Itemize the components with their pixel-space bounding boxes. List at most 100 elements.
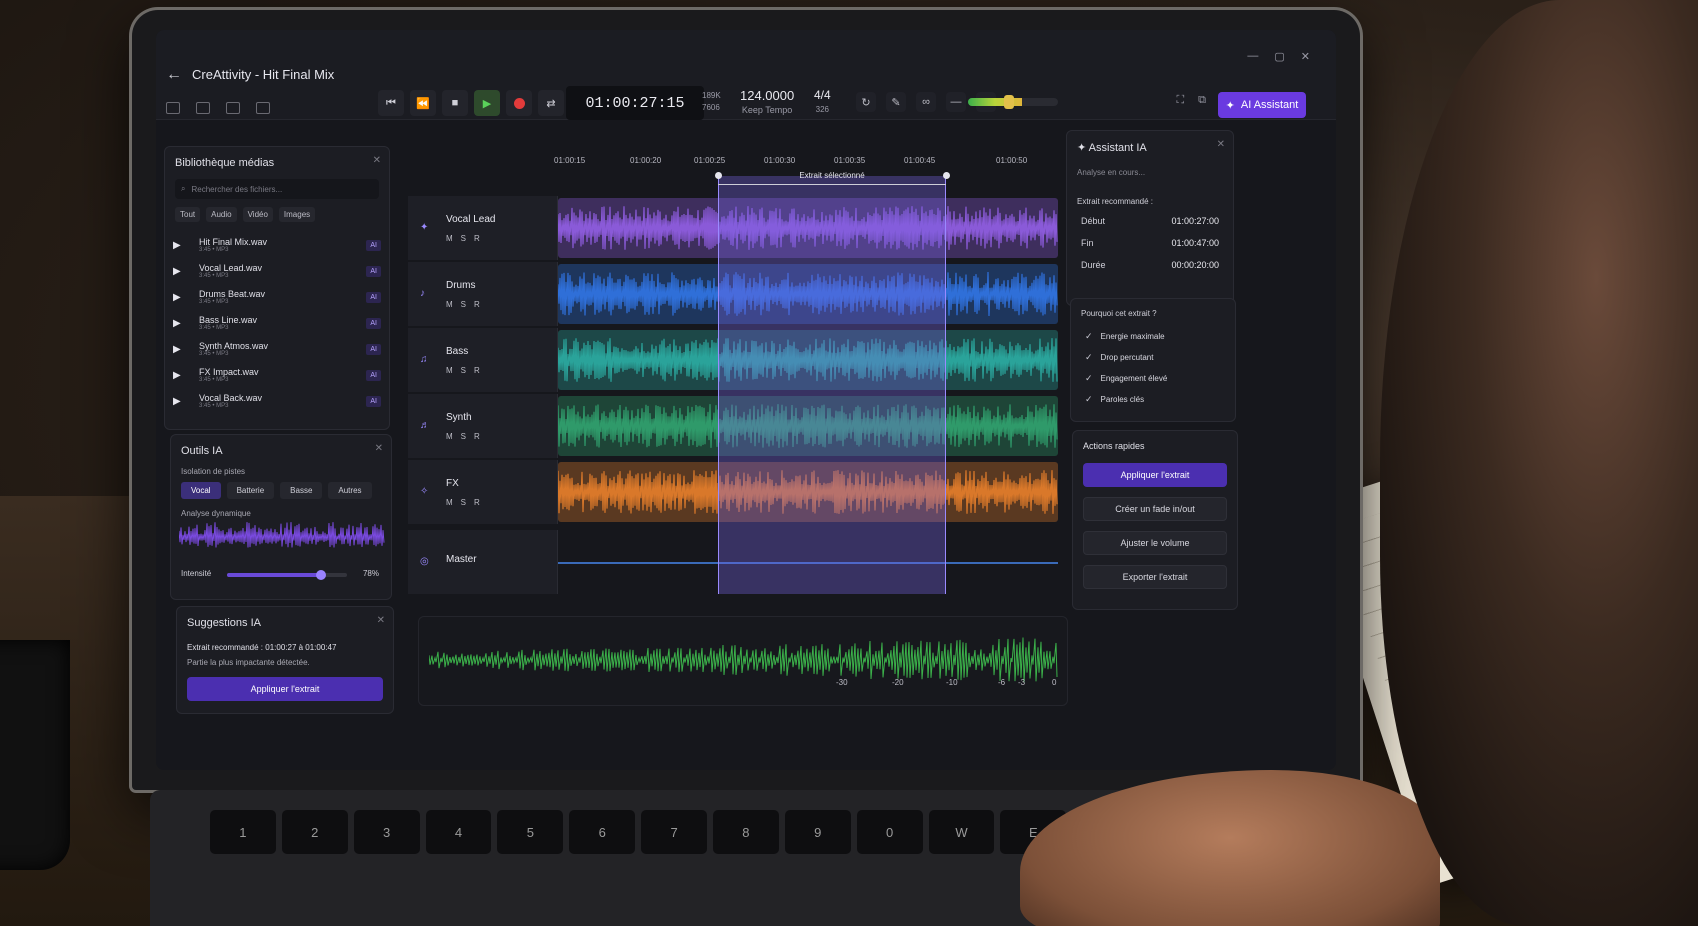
filter-audio[interactable]: Audio xyxy=(206,207,237,222)
record-arm-button[interactable]: R xyxy=(474,432,480,441)
close-icon[interactable]: ✕ xyxy=(373,155,381,166)
play-icon[interactable]: ▶ xyxy=(173,318,189,329)
play-icon[interactable]: ▶ xyxy=(173,396,189,407)
analysis-label: Analyse dynamique xyxy=(181,509,251,518)
play-icon[interactable]: ▶ xyxy=(173,344,189,355)
track-header[interactable]: ♫ Bass M S R xyxy=(408,328,558,392)
stem-drums[interactable]: Batterie xyxy=(226,482,275,499)
solo-button[interactable]: S xyxy=(461,234,466,243)
file-icon[interactable] xyxy=(166,102,180,114)
export-icon[interactable] xyxy=(226,102,240,114)
fullscreen-icon[interactable]: ⛶ xyxy=(1176,94,1184,107)
record-arm-button[interactable]: R xyxy=(474,366,480,375)
master-track-header[interactable]: ◎ Master xyxy=(408,530,558,594)
import-icon[interactable] xyxy=(196,102,210,114)
loop-button[interactable]: ⇄ xyxy=(538,90,564,116)
keyboard-key[interactable]: W xyxy=(928,810,995,854)
play-button[interactable]: ▶ xyxy=(474,90,500,116)
solo-button[interactable]: S xyxy=(461,366,466,375)
track-header[interactable]: ✦ Vocal Lead M S R xyxy=(408,196,558,260)
mute-button[interactable]: M xyxy=(446,234,453,243)
keyboard-key[interactable]: 3 xyxy=(353,810,420,854)
list-item[interactable]: ▶ FX Impact.wav 3:45 • MP3 AI xyxy=(165,362,389,388)
user-icon[interactable] xyxy=(256,102,270,114)
redo-icon[interactable]: ↻ xyxy=(856,92,876,112)
list-item[interactable]: ▶ Bass Line.wav 3:45 • MP3 AI xyxy=(165,310,389,336)
selection-region[interactable] xyxy=(718,176,946,594)
apply-excerpt-button[interactable]: Appliquer l'extrait xyxy=(187,677,383,701)
link-icon[interactable]: ∞ xyxy=(916,92,936,112)
timeline-ruler[interactable]: 01:00:15 01:00:20 01:00:25 01:00:30 01:0… xyxy=(554,142,1054,172)
filter-images[interactable]: Images xyxy=(278,207,316,222)
list-item[interactable]: ▶ Synth Atmos.wav 3:45 • MP3 AI xyxy=(165,336,389,362)
time-signature[interactable]: 4/4 326 xyxy=(814,88,831,114)
synth-icon: ♬ xyxy=(420,420,430,431)
keyboard-key[interactable]: 2 xyxy=(281,810,348,854)
play-icon[interactable]: ▶ xyxy=(173,240,189,251)
filter-all[interactable]: Tout xyxy=(175,207,201,222)
fx-icon: ✧ xyxy=(420,486,429,497)
keyboard-key[interactable]: 9 xyxy=(784,810,851,854)
line-tool-icon[interactable]: — xyxy=(946,92,966,112)
selection-start-handle[interactable] xyxy=(715,172,722,179)
rewind-start-button[interactable]: ⏮ xyxy=(378,90,404,116)
fade-button[interactable]: Créer un fade in/out xyxy=(1083,497,1227,521)
list-item[interactable]: ▶ Vocal Lead.wav 3:45 • MP3 AI xyxy=(165,258,389,284)
keyboard-key[interactable]: 4 xyxy=(425,810,492,854)
close-icon[interactable]: ✕ xyxy=(375,443,383,454)
export-excerpt-button[interactable]: Exporter l'extrait xyxy=(1083,565,1227,589)
record-button[interactable] xyxy=(506,90,532,116)
mute-button[interactable]: M xyxy=(446,498,453,507)
play-icon[interactable]: ▶ xyxy=(173,370,189,381)
keyboard-key[interactable]: 7 xyxy=(641,810,707,854)
media-filters: Tout Audio Vidéo Images xyxy=(175,207,379,222)
stem-bass[interactable]: Basse xyxy=(280,482,323,499)
quick-actions-title: Actions rapides xyxy=(1083,441,1145,451)
track-header[interactable]: ♪ Drums M S R xyxy=(408,262,558,326)
filter-video[interactable]: Vidéo xyxy=(242,207,273,222)
keyboard-key[interactable]: 6 xyxy=(569,810,636,854)
stem-vocal[interactable]: Vocal xyxy=(181,482,221,499)
export-window-icon[interactable]: ⧉ xyxy=(1198,94,1206,107)
list-item[interactable]: ▶ Vocal Back.wav 3:45 • MP3 AI xyxy=(165,388,389,414)
apply-excerpt-button[interactable]: Appliquer l'extrait xyxy=(1083,463,1227,487)
master-waveform-panel[interactable] xyxy=(418,616,1068,706)
stop-button[interactable]: ■ xyxy=(442,90,468,116)
play-icon[interactable]: ▶ xyxy=(173,292,189,303)
mute-button[interactable]: M xyxy=(446,300,453,309)
play-icon[interactable]: ▶ xyxy=(173,266,189,277)
selection-end-handle[interactable] xyxy=(943,172,950,179)
track-header[interactable]: ♬ Synth M S R xyxy=(408,394,558,458)
pen-tool-icon[interactable]: ✎ xyxy=(886,92,906,112)
solo-button[interactable]: S xyxy=(461,498,466,507)
record-arm-button[interactable]: R xyxy=(474,234,480,243)
volume-button[interactable]: Ajuster le volume xyxy=(1083,531,1227,555)
close-icon[interactable]: ✕ xyxy=(1301,50,1310,63)
minimize-icon[interactable]: — xyxy=(1247,50,1258,63)
stem-others[interactable]: Autres xyxy=(328,482,372,499)
media-library-panel: Bibliothèque médias ✕ ⌕ Rechercher des f… xyxy=(164,146,390,430)
close-icon[interactable]: ✕ xyxy=(1217,139,1225,150)
intensity-slider[interactable] xyxy=(227,570,347,580)
record-arm-button[interactable]: R xyxy=(474,498,480,507)
list-item[interactable]: ▶ Drums Beat.wav 3:45 • MP3 AI xyxy=(165,284,389,310)
search-input[interactable]: ⌕ Rechercher des fichiers... xyxy=(175,179,379,199)
mute-button[interactable]: M xyxy=(446,432,453,441)
keyboard-key[interactable]: 0 xyxy=(856,810,923,854)
maximize-icon[interactable]: ▢ xyxy=(1274,50,1284,63)
meter-knob[interactable] xyxy=(1004,95,1014,109)
mute-button[interactable]: M xyxy=(446,366,453,375)
solo-button[interactable]: S xyxy=(461,300,466,309)
rewind-button[interactable]: ⏪ xyxy=(410,90,436,116)
keyboard-key[interactable]: 8 xyxy=(712,810,779,854)
keyboard-key[interactable]: 5 xyxy=(497,810,564,854)
ai-assistant-button[interactable]: ✦ AI Assistant xyxy=(1218,92,1306,118)
keyboard-key[interactable]: 1 xyxy=(210,810,276,854)
close-icon[interactable]: ✕ xyxy=(377,615,385,626)
record-arm-button[interactable]: R xyxy=(474,300,480,309)
list-item[interactable]: ▶ Hit Final Mix.wav 3:45 • MP3 AI xyxy=(165,232,389,258)
tempo-display[interactable]: 124.0000 Keep Tempo xyxy=(740,88,794,115)
solo-button[interactable]: S xyxy=(461,432,466,441)
back-arrow-icon[interactable]: ← xyxy=(166,66,182,84)
track-header[interactable]: ✧ FX M S R xyxy=(408,460,558,524)
